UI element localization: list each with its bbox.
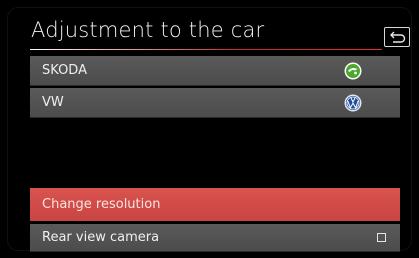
rear-view-camera-item[interactable]: Rear view camera [30, 224, 400, 252]
rear-view-camera-label: Rear view camera [42, 230, 160, 245]
rear-view-camera-checkbox[interactable] [377, 233, 386, 242]
title-underline [30, 49, 382, 50]
back-button[interactable] [384, 27, 410, 47]
back-arrow-icon [390, 31, 406, 43]
menu-item-skoda[interactable]: SKODA [30, 56, 400, 86]
settings-screen: Adjustment to the car SKODA VW Change re… [0, 0, 419, 258]
menu-item-label: SKODA [42, 63, 87, 78]
change-resolution-label: Change resolution [42, 197, 161, 212]
menu-item-vw[interactable]: VW [30, 88, 400, 118]
change-resolution-button[interactable]: Change resolution [30, 188, 400, 221]
skoda-logo-icon [344, 62, 362, 80]
vw-logo-icon [344, 94, 362, 112]
page-title: Adjustment to the car [31, 18, 265, 42]
menu-item-label: VW [42, 95, 64, 110]
